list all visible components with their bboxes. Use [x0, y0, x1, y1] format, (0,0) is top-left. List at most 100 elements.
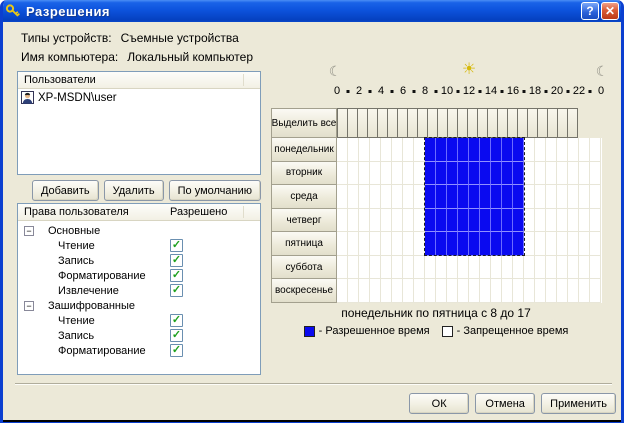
- schedule-cell[interactable]: [436, 232, 447, 256]
- schedule-cell[interactable]: [502, 209, 513, 233]
- schedule-cell[interactable]: [469, 256, 480, 280]
- collapse-toggle-icon[interactable]: −: [24, 226, 34, 236]
- schedule-cell[interactable]: [513, 185, 524, 209]
- schedule-cell[interactable]: [403, 138, 414, 162]
- schedule-cell[interactable]: [458, 279, 469, 303]
- schedule-cell[interactable]: [590, 162, 601, 186]
- rights-item-row[interactable]: Чтение✓: [18, 239, 260, 254]
- schedule-cell[interactable]: [436, 138, 447, 162]
- schedule-cell[interactable]: [557, 232, 568, 256]
- schedule-cell[interactable]: [425, 232, 436, 256]
- schedule-cell[interactable]: [359, 162, 370, 186]
- schedule-cell[interactable]: [425, 209, 436, 233]
- schedule-cell[interactable]: [337, 138, 348, 162]
- schedule-cell[interactable]: [370, 185, 381, 209]
- schedule-cell[interactable]: [568, 138, 579, 162]
- schedule-cell[interactable]: [480, 232, 491, 256]
- schedule-cell[interactable]: [381, 138, 392, 162]
- schedule-cell[interactable]: [535, 185, 546, 209]
- allowed-checkbox[interactable]: ✓: [170, 269, 183, 282]
- schedule-cell[interactable]: [425, 185, 436, 209]
- schedule-cell[interactable]: [524, 256, 535, 280]
- schedule-cell[interactable]: [557, 209, 568, 233]
- schedule-cell[interactable]: [568, 209, 579, 233]
- schedule-cell[interactable]: [579, 232, 590, 256]
- schedule-cell[interactable]: [480, 162, 491, 186]
- schedule-cell[interactable]: [524, 162, 535, 186]
- day-button-5[interactable]: суббота: [271, 255, 337, 280]
- rights-item-row[interactable]: Запись✓: [18, 254, 260, 269]
- schedule-cell[interactable]: [381, 256, 392, 280]
- allowed-checkbox[interactable]: ✓: [170, 239, 183, 252]
- schedule-cell[interactable]: [447, 162, 458, 186]
- schedule-cell[interactable]: [579, 138, 590, 162]
- schedule-cell[interactable]: [513, 138, 524, 162]
- schedule-cell[interactable]: [513, 209, 524, 233]
- schedule-cell[interactable]: [502, 162, 513, 186]
- schedule-cell[interactable]: [403, 185, 414, 209]
- schedule-cell[interactable]: [458, 185, 469, 209]
- schedule-cell[interactable]: [458, 162, 469, 186]
- schedule-cell[interactable]: [436, 279, 447, 303]
- schedule-cell[interactable]: [535, 138, 546, 162]
- schedule-cell[interactable]: [348, 185, 359, 209]
- schedule-cell[interactable]: [414, 138, 425, 162]
- rights-group-row[interactable]: −Основные: [18, 224, 260, 239]
- schedule-cell[interactable]: [546, 279, 557, 303]
- schedule-cell[interactable]: [425, 162, 436, 186]
- schedule-cell[interactable]: [535, 162, 546, 186]
- schedule-cell[interactable]: [590, 256, 601, 280]
- schedule-cell[interactable]: [370, 256, 381, 280]
- schedule-cell[interactable]: [370, 162, 381, 186]
- schedule-cell[interactable]: [425, 138, 436, 162]
- schedule-cell[interactable]: [502, 256, 513, 280]
- schedule-cell[interactable]: [502, 138, 513, 162]
- schedule-cell[interactable]: [568, 185, 579, 209]
- schedule-cell[interactable]: [524, 138, 535, 162]
- schedule-cell[interactable]: [557, 256, 568, 280]
- schedule-cell[interactable]: [579, 162, 590, 186]
- rights-item-row[interactable]: Запись✓: [18, 329, 260, 344]
- schedule-cell[interactable]: [469, 185, 480, 209]
- schedule-cell[interactable]: [557, 185, 568, 209]
- schedule-cell[interactable]: [480, 279, 491, 303]
- schedule-cell[interactable]: [535, 256, 546, 280]
- schedule-cell[interactable]: [579, 185, 590, 209]
- schedule-cell[interactable]: [491, 209, 502, 233]
- schedule-cell[interactable]: [348, 138, 359, 162]
- schedule-cell[interactable]: [403, 279, 414, 303]
- close-button[interactable]: ✕: [601, 2, 619, 20]
- allowed-checkbox[interactable]: ✓: [170, 344, 183, 357]
- schedule-cell[interactable]: [337, 256, 348, 280]
- day-button-3[interactable]: четверг: [271, 208, 337, 233]
- schedule-cell[interactable]: [447, 256, 458, 280]
- schedule-cell[interactable]: [359, 138, 370, 162]
- schedule-cell[interactable]: [403, 162, 414, 186]
- schedule-cell[interactable]: [491, 232, 502, 256]
- apply-button[interactable]: Применить: [541, 393, 616, 414]
- schedule-cell[interactable]: [403, 232, 414, 256]
- schedule-cell[interactable]: [502, 185, 513, 209]
- schedule-cell[interactable]: [557, 279, 568, 303]
- rights-item-row[interactable]: Извлечение✓: [18, 284, 260, 299]
- schedule-cell[interactable]: [513, 162, 524, 186]
- schedule-cell[interactable]: [524, 185, 535, 209]
- rights-item-row[interactable]: Чтение✓: [18, 314, 260, 329]
- schedule-cell[interactable]: [392, 162, 403, 186]
- schedule-cell[interactable]: [337, 185, 348, 209]
- schedule-cell[interactable]: [524, 232, 535, 256]
- titlebar[interactable]: Разрешения ? ✕: [0, 0, 624, 22]
- schedule-cell[interactable]: [491, 185, 502, 209]
- schedule-cell[interactable]: [458, 232, 469, 256]
- schedule-cell[interactable]: [348, 209, 359, 233]
- schedule-cell[interactable]: [414, 209, 425, 233]
- schedule-cell[interactable]: [392, 138, 403, 162]
- schedule-cell[interactable]: [447, 209, 458, 233]
- schedule-cell[interactable]: [491, 279, 502, 303]
- schedule-cell[interactable]: [414, 185, 425, 209]
- schedule-cell[interactable]: [359, 185, 370, 209]
- allowed-checkbox[interactable]: ✓: [170, 314, 183, 327]
- schedule-cell[interactable]: [359, 209, 370, 233]
- schedule-cell[interactable]: [535, 209, 546, 233]
- schedule-cell[interactable]: [524, 209, 535, 233]
